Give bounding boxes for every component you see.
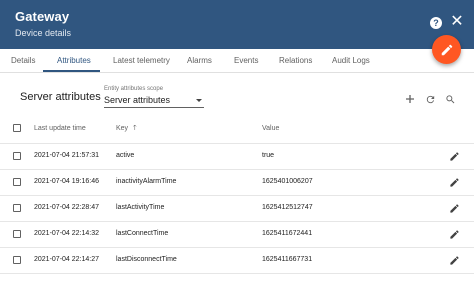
row-divider xyxy=(0,273,474,274)
pencil-icon xyxy=(449,229,459,239)
dialog-header: Gateway Device details ? ✕ xyxy=(0,0,474,49)
edit-attribute-button[interactable] xyxy=(448,202,460,214)
row-checkbox[interactable] xyxy=(13,256,21,264)
close-icon[interactable]: ✕ xyxy=(450,14,464,30)
cell-value: 1625411672441 xyxy=(262,230,313,237)
scope-label: Entity attributes scope xyxy=(104,86,164,92)
select-all-checkbox[interactable] xyxy=(13,124,21,132)
cell-key: lastActivityTime xyxy=(116,204,165,211)
tab-details[interactable]: Details xyxy=(11,49,35,73)
row-checkbox[interactable] xyxy=(13,230,21,238)
edit-attribute-button[interactable] xyxy=(448,254,460,266)
cell-value: 1625412512747 xyxy=(262,204,313,211)
row-divider xyxy=(0,169,474,170)
scope-select[interactable]: Server attributes xyxy=(104,94,204,108)
scope-value: Server attributes xyxy=(104,95,171,105)
cell-last-update: 2021-07-04 22:14:27 xyxy=(34,256,99,263)
search-icon xyxy=(445,94,454,103)
column-header-key[interactable]: Key 🡑 xyxy=(116,124,137,134)
add-icon xyxy=(406,95,414,103)
column-header-last-update[interactable]: Last update time xyxy=(34,124,86,134)
cell-key: inactivityAlarmTime xyxy=(116,178,177,185)
cell-key: lastDisconnectTime xyxy=(116,256,177,263)
search-button[interactable] xyxy=(443,92,457,106)
column-key-label: Key xyxy=(116,125,129,132)
page-title: Gateway xyxy=(15,9,70,24)
cell-key: lastConnectTime xyxy=(116,230,169,237)
cell-last-update: 2021-07-04 22:14:32 xyxy=(34,230,99,237)
header-divider xyxy=(0,143,474,144)
column-header-value: Value xyxy=(262,125,280,132)
edit-attribute-button[interactable] xyxy=(448,150,460,162)
cell-value: 1625401006207 xyxy=(262,178,313,185)
tab-audit-logs[interactable]: Audit Logs xyxy=(332,49,370,73)
pencil-icon xyxy=(449,177,459,187)
refresh-button[interactable] xyxy=(423,92,437,106)
active-tab-indicator xyxy=(43,70,100,72)
cell-value: true xyxy=(262,152,275,159)
section-title: Server attributes xyxy=(20,91,101,103)
cell-last-update: 2021-07-04 21:57:31 xyxy=(34,152,99,159)
row-divider xyxy=(0,247,474,248)
cell-last-update: 2021-07-04 19:16:46 xyxy=(34,178,99,185)
row-checkbox[interactable] xyxy=(13,152,21,160)
cell-value: 1625411667731 xyxy=(262,256,313,263)
edit-attribute-button[interactable] xyxy=(448,176,460,188)
tab-latest-telemetry[interactable]: Latest telemetry xyxy=(113,49,170,73)
help-icon[interactable]: ? xyxy=(430,17,442,29)
tab-events[interactable]: Events xyxy=(234,49,258,73)
add-attribute-button[interactable] xyxy=(403,92,417,106)
tab-alarms[interactable]: Alarms xyxy=(187,49,212,73)
row-divider xyxy=(0,221,474,222)
pencil-icon xyxy=(449,151,459,161)
tab-relations[interactable]: Relations xyxy=(279,49,312,73)
pencil-icon xyxy=(449,203,459,213)
sort-arrow-up-icon: 🡑 xyxy=(133,125,137,132)
cell-key: active xyxy=(116,152,135,159)
page-subtitle: Device details xyxy=(15,28,72,38)
refresh-icon xyxy=(426,95,434,103)
row-checkbox[interactable] xyxy=(13,178,21,186)
row-checkbox[interactable] xyxy=(13,204,21,212)
cell-last-update: 2021-07-04 22:28:47 xyxy=(34,204,99,211)
dropdown-arrow-icon xyxy=(196,99,202,102)
edit-attribute-button[interactable] xyxy=(448,228,460,240)
pencil-icon xyxy=(449,255,459,265)
row-divider xyxy=(0,195,474,196)
